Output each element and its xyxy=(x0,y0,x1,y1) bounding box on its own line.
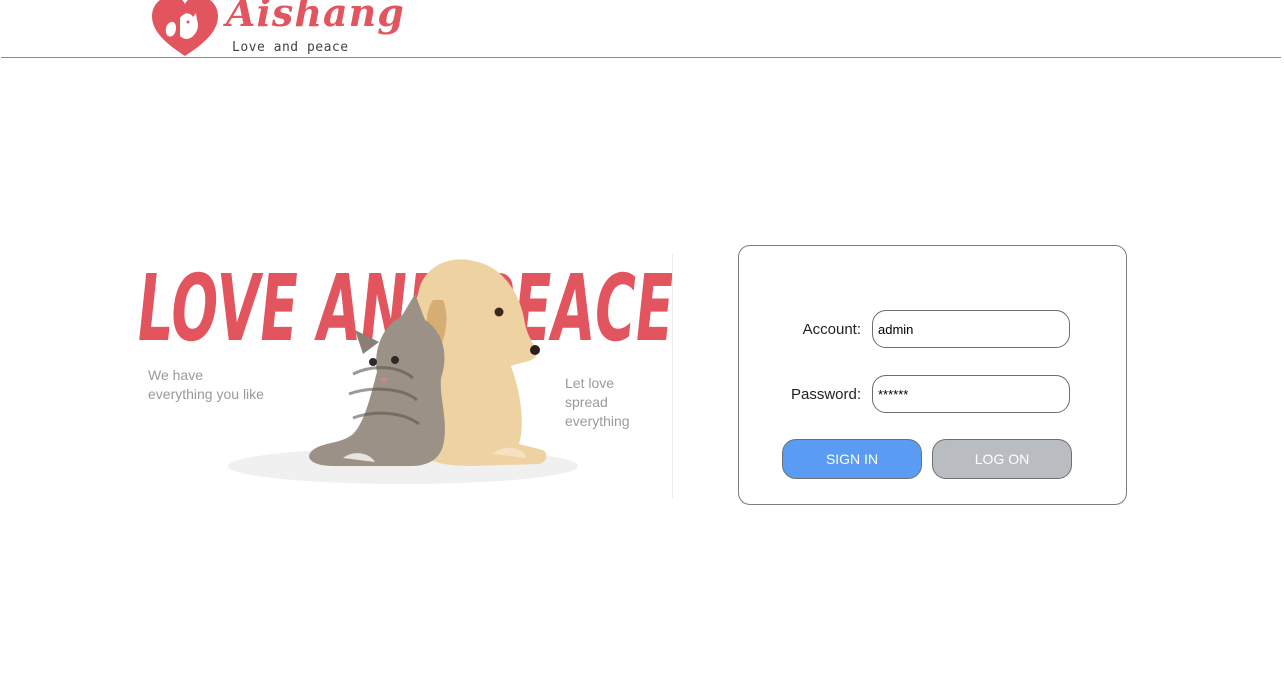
header: Aishang Love and peace xyxy=(0,0,1284,58)
log-on-button[interactable]: LOG ON xyxy=(932,439,1072,479)
login-panel: Account: Password: SIGN IN LOG ON xyxy=(738,245,1127,505)
password-input[interactable] xyxy=(872,375,1070,413)
heart-pet-logo-icon xyxy=(152,0,218,56)
password-label: Password: xyxy=(790,386,861,403)
account-label: Account: xyxy=(802,321,861,338)
header-divider xyxy=(1,57,1281,58)
sign-in-button[interactable]: SIGN IN xyxy=(782,439,922,479)
kitten-icon xyxy=(309,294,445,466)
account-input[interactable] xyxy=(872,310,1070,348)
logo-name: Aishang xyxy=(226,0,405,35)
kitten-puppy-photo xyxy=(228,259,578,484)
logo-tagline: Love and peace xyxy=(232,40,349,55)
banner-edge xyxy=(672,254,673,498)
banner-image: LOVE AND PEACE We have everything you li… xyxy=(133,254,673,498)
logo[interactable]: Aishang Love and peace xyxy=(150,0,404,58)
account-row: Account: xyxy=(739,310,1126,350)
password-row: Password: xyxy=(739,375,1126,415)
